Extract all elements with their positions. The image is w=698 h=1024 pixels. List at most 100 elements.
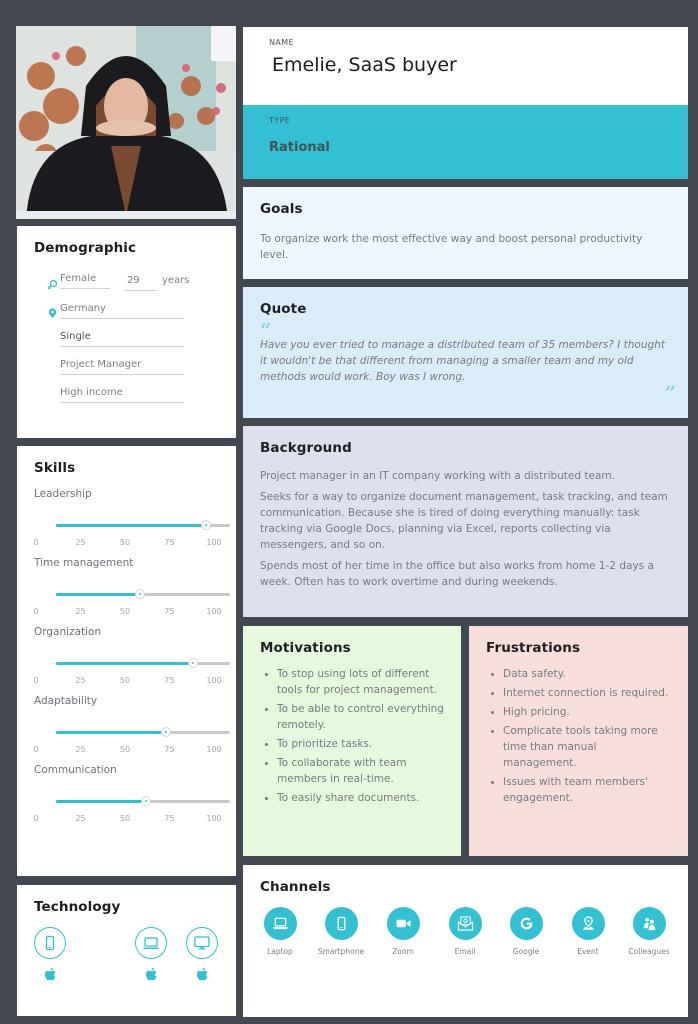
background-paragraph[interactable]: Seeks for a way to organize document man… bbox=[260, 489, 671, 553]
scale-tick: 100 bbox=[206, 745, 222, 754]
channel-event[interactable]: Event bbox=[558, 907, 618, 956]
location-pin-icon bbox=[47, 304, 58, 319]
goals-card: Goals To organize work the most effectiv… bbox=[243, 187, 688, 279]
scale-tick: 75 bbox=[164, 814, 175, 823]
scale-tick: 0 bbox=[33, 538, 39, 547]
channel-google[interactable]: Google bbox=[496, 907, 556, 956]
frustrations-card: Frustrations Data safety. Internet conne… bbox=[469, 626, 688, 856]
channel-label: Smartphone bbox=[317, 947, 365, 956]
channel-label: Colleagues bbox=[628, 947, 670, 956]
slider-handle[interactable] bbox=[188, 658, 199, 668]
quote-title: Quote bbox=[260, 301, 307, 317]
skill-slider[interactable] bbox=[56, 727, 230, 737]
background-paragraph[interactable]: Project manager in an IT company working… bbox=[260, 468, 671, 484]
scale-tick: 0 bbox=[33, 745, 39, 754]
skill-slider[interactable] bbox=[56, 658, 230, 668]
channels-title: Channels bbox=[260, 879, 331, 895]
technology-card: Technology bbox=[17, 885, 236, 1016]
channel-email[interactable]: Email bbox=[435, 907, 495, 956]
scale-tick: 25 bbox=[75, 676, 86, 685]
smartphone-icon bbox=[34, 927, 66, 959]
age-field[interactable]: 29 bbox=[124, 273, 157, 291]
background-paragraph[interactable]: Spends most of her time in the office bu… bbox=[260, 558, 671, 590]
demographic-card: Demographic Female 29 years Germany Sing… bbox=[17, 226, 236, 438]
scale-tick: 50 bbox=[119, 607, 131, 616]
motivation-item[interactable]: To stop using lots of different tools fo… bbox=[260, 666, 444, 698]
persona-type[interactable]: Rational bbox=[269, 140, 662, 155]
frustration-item[interactable]: Internet connection is required. bbox=[486, 685, 671, 701]
skill-leadership: Leadership 0 25 50 75 100 bbox=[33, 488, 230, 547]
channel-label: Laptop bbox=[267, 947, 293, 956]
skill-slider[interactable] bbox=[56, 520, 230, 530]
technology-title: Technology bbox=[34, 899, 121, 915]
skills-card: Skills Leadership 0 25 50 75 100 Time manageme… bbox=[17, 446, 236, 876]
scale-tick: 100 bbox=[206, 538, 222, 547]
frustration-item[interactable]: Data safety. bbox=[486, 666, 671, 682]
slider-fill bbox=[56, 524, 206, 527]
channel-label: Google bbox=[512, 947, 540, 956]
skill-organization: Organization 0 25 50 75 100 bbox=[33, 626, 230, 685]
relationship-field[interactable]: Single bbox=[60, 329, 184, 347]
persona-name[interactable]: Emelie, SaaS buyer bbox=[272, 54, 662, 76]
scale-tick: 75 bbox=[164, 607, 175, 616]
quote-card: Quote “ Have you ever tried to manage a … bbox=[243, 287, 688, 418]
channel-zoom[interactable]: Zoom bbox=[373, 907, 433, 956]
channels-list: Laptop Smartphone Zoom Email Google Even… bbox=[243, 907, 688, 967]
slider-scale: 0 25 50 75 100 bbox=[33, 607, 234, 619]
slider-handle[interactable] bbox=[200, 520, 211, 530]
scale-tick: 50 bbox=[119, 745, 131, 754]
type-label: TYPE bbox=[269, 116, 291, 125]
gender-field[interactable]: Female bbox=[60, 271, 110, 289]
frustration-item[interactable]: High pricing. bbox=[486, 704, 671, 720]
channels-card: Channels Laptop Smartphone Zoom Email Go… bbox=[243, 865, 688, 1017]
slider-scale: 0 25 50 75 100 bbox=[33, 676, 234, 688]
scale-tick: 0 bbox=[33, 676, 39, 685]
scale-tick: 50 bbox=[119, 676, 131, 685]
location-field[interactable]: Germany bbox=[60, 301, 184, 319]
slider-handle[interactable] bbox=[141, 796, 152, 806]
income-field[interactable]: High income bbox=[60, 385, 184, 403]
motivation-item[interactable]: To be able to control everything remotel… bbox=[260, 701, 444, 733]
scale-tick: 100 bbox=[206, 607, 222, 616]
skill-name: Time management bbox=[34, 557, 134, 569]
frustrations-title: Frustrations bbox=[486, 640, 581, 656]
quote-text[interactable]: Have you ever tried to manage a distribu… bbox=[260, 337, 671, 385]
desktop-icon bbox=[186, 927, 218, 959]
goals-text[interactable]: To organize work the most effective way … bbox=[260, 231, 671, 263]
motivation-item[interactable]: To collaborate with team members in real… bbox=[260, 755, 444, 787]
channel-smartphone[interactable]: Smartphone bbox=[311, 907, 371, 956]
scale-tick: 75 bbox=[164, 745, 175, 754]
slider-fill bbox=[56, 731, 166, 734]
scale-tick: 50 bbox=[119, 814, 131, 823]
channel-label: Email bbox=[454, 947, 476, 956]
skill-name: Organization bbox=[34, 626, 102, 638]
skill-name: Communication bbox=[34, 764, 117, 776]
motivation-item[interactable]: To easily share documents. bbox=[260, 790, 444, 806]
tech-laptop[interactable] bbox=[135, 927, 167, 982]
motivation-item[interactable]: To prioritize tasks. bbox=[260, 736, 444, 752]
age-unit-label: years bbox=[162, 275, 190, 286]
skill-slider[interactable] bbox=[56, 796, 230, 806]
type-section: TYPE Rational bbox=[243, 105, 688, 179]
event-location-icon bbox=[571, 907, 605, 940]
motivations-card: Motivations To stop using lots of differ… bbox=[243, 626, 461, 856]
channel-label: Zoom bbox=[392, 947, 414, 956]
name-section: NAME Emelie, SaaS buyer bbox=[243, 27, 688, 105]
tech-desktop[interactable] bbox=[186, 927, 218, 982]
demographic-title: Demographic bbox=[34, 240, 137, 256]
slider-handle[interactable] bbox=[160, 727, 171, 737]
channel-laptop[interactable]: Laptop bbox=[250, 907, 310, 956]
skills-title: Skills bbox=[34, 460, 76, 476]
channel-colleagues[interactable]: Colleagues bbox=[619, 907, 679, 956]
scale-tick: 25 bbox=[75, 538, 86, 547]
job-field[interactable]: Project Manager bbox=[60, 357, 184, 375]
frustration-item[interactable]: Complicate tools taking more time than m… bbox=[486, 723, 671, 771]
frustration-item[interactable]: Issues with team members' engagement. bbox=[486, 774, 671, 806]
slider-scale: 0 25 50 75 100 bbox=[33, 538, 234, 550]
skill-slider[interactable] bbox=[56, 589, 230, 599]
slider-handle[interactable] bbox=[134, 589, 145, 599]
scale-tick: 25 bbox=[75, 814, 86, 823]
skill-adaptability: Adaptability 0 25 50 75 100 bbox=[33, 695, 230, 754]
tech-smartphone[interactable] bbox=[34, 927, 66, 982]
skill-name: Leadership bbox=[34, 488, 92, 500]
